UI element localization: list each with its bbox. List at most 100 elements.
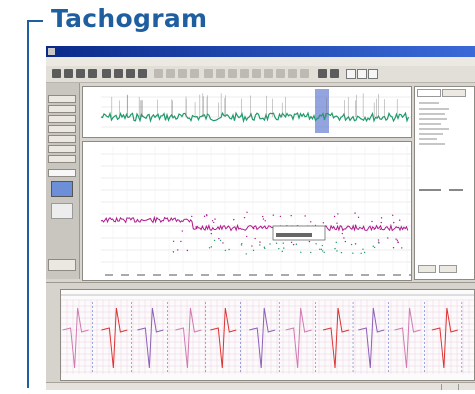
outlier-point <box>392 214 394 216</box>
outlier-point <box>379 228 382 230</box>
mark-icon[interactable] <box>178 69 187 78</box>
outlier-point <box>373 246 376 249</box>
sidebar-button[interactable] <box>48 125 76 133</box>
sidebar-button[interactable] <box>48 95 76 103</box>
x-tick <box>409 274 411 276</box>
outlier-point <box>357 216 360 219</box>
outlier-point <box>392 247 395 249</box>
forward-icon[interactable] <box>330 69 339 78</box>
heading-bracket-horizontal <box>27 20 43 22</box>
select-icon[interactable] <box>126 69 135 78</box>
outlier-point <box>180 240 182 243</box>
panel-text <box>419 113 445 115</box>
panel-button[interactable] <box>418 265 436 273</box>
outlier-point <box>308 240 311 243</box>
layout-icon[interactable] <box>300 69 309 78</box>
view-icon[interactable] <box>346 69 356 79</box>
layout-icon[interactable] <box>288 69 297 78</box>
outlier-point <box>252 249 255 252</box>
panel-text <box>419 128 449 130</box>
ecg-beat <box>62 307 89 369</box>
tooltip-value <box>276 233 312 237</box>
outlier-point <box>352 252 354 254</box>
sidebar-button[interactable] <box>48 115 76 123</box>
sidebar-button[interactable] <box>48 135 76 143</box>
back-icon[interactable] <box>318 69 327 78</box>
ecg-strip-chart[interactable] <box>60 289 475 381</box>
panel-text <box>419 143 445 145</box>
outlier-point <box>395 238 397 240</box>
x-tick <box>281 274 289 276</box>
outlier-point <box>304 215 306 217</box>
range-icon[interactable] <box>166 69 175 78</box>
find-icon[interactable] <box>138 69 147 78</box>
print-icon[interactable] <box>102 69 111 78</box>
new-icon[interactable] <box>52 69 61 78</box>
outlier-point <box>196 227 198 229</box>
edit-icon[interactable] <box>88 69 97 78</box>
status-bar <box>46 382 475 390</box>
panel-tab[interactable] <box>442 89 466 97</box>
outlier-point <box>240 244 243 246</box>
layout-icon[interactable] <box>204 69 213 78</box>
outlier-point <box>363 251 366 254</box>
outlier-point <box>320 248 323 251</box>
thumbnail[interactable] <box>51 203 73 219</box>
ecg-beat <box>394 307 421 369</box>
window-titlebar[interactable] <box>46 46 475 57</box>
outlier-point <box>290 214 292 217</box>
status-cell <box>458 384 459 390</box>
view-icon[interactable] <box>357 69 367 79</box>
sidebar-button-bottom[interactable] <box>48 259 76 271</box>
outlier-point <box>360 252 362 255</box>
outlier-point <box>373 228 375 230</box>
view-icon[interactable] <box>368 69 378 79</box>
panel-button[interactable] <box>439 265 457 273</box>
layout-icon[interactable] <box>264 69 273 78</box>
application-window <box>46 46 475 390</box>
outlier-point <box>387 237 389 239</box>
layout-icon[interactable] <box>240 69 249 78</box>
x-tick <box>153 274 161 276</box>
outlier-point <box>264 247 266 250</box>
layout-icon[interactable] <box>276 69 285 78</box>
overview-trace <box>100 89 411 133</box>
outlier-point <box>321 244 323 247</box>
sidebar-button[interactable] <box>48 105 76 113</box>
outlier-point <box>278 247 280 250</box>
sidebar <box>46 83 80 279</box>
ecg-beat <box>137 307 164 369</box>
layout-icon[interactable] <box>216 69 225 78</box>
outlier-point <box>272 214 275 216</box>
tachogram-detail-chart[interactable] <box>82 141 412 281</box>
outlier-point <box>177 249 179 251</box>
outlier-point <box>354 243 357 245</box>
zoom-icon[interactable] <box>114 69 123 78</box>
sidebar-button[interactable] <box>48 155 76 163</box>
outlier-point <box>172 240 175 242</box>
outlier-point <box>213 221 215 224</box>
open-icon[interactable] <box>64 69 73 78</box>
thumbnail-active[interactable] <box>51 181 73 197</box>
ecg-beat <box>101 307 128 369</box>
layout-icon[interactable] <box>252 69 261 78</box>
layout-icon[interactable] <box>228 69 237 78</box>
outlier-point <box>191 215 193 218</box>
sidebar-button-selected[interactable] <box>48 169 76 177</box>
outlier-point <box>401 247 403 249</box>
note-icon[interactable] <box>190 69 199 78</box>
x-tick <box>393 274 401 276</box>
toolbar <box>46 66 475 83</box>
outlier-point <box>337 213 339 215</box>
sidebar-button[interactable] <box>48 145 76 153</box>
app-icon <box>48 48 55 55</box>
outlier-point <box>264 220 266 222</box>
save-icon[interactable] <box>76 69 85 78</box>
measure-icon[interactable] <box>154 69 163 78</box>
panel-tab[interactable] <box>417 89 441 97</box>
tachogram-overview-chart[interactable] <box>82 86 412 138</box>
outlier-point <box>211 220 214 222</box>
outlier-point <box>310 221 312 223</box>
detail-series <box>100 215 409 232</box>
detail-trace <box>100 146 411 276</box>
